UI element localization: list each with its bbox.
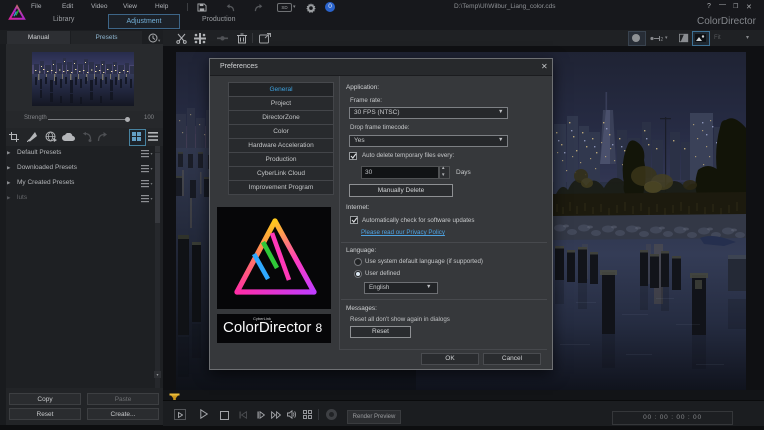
- svg-text:2: 2: [661, 37, 664, 42]
